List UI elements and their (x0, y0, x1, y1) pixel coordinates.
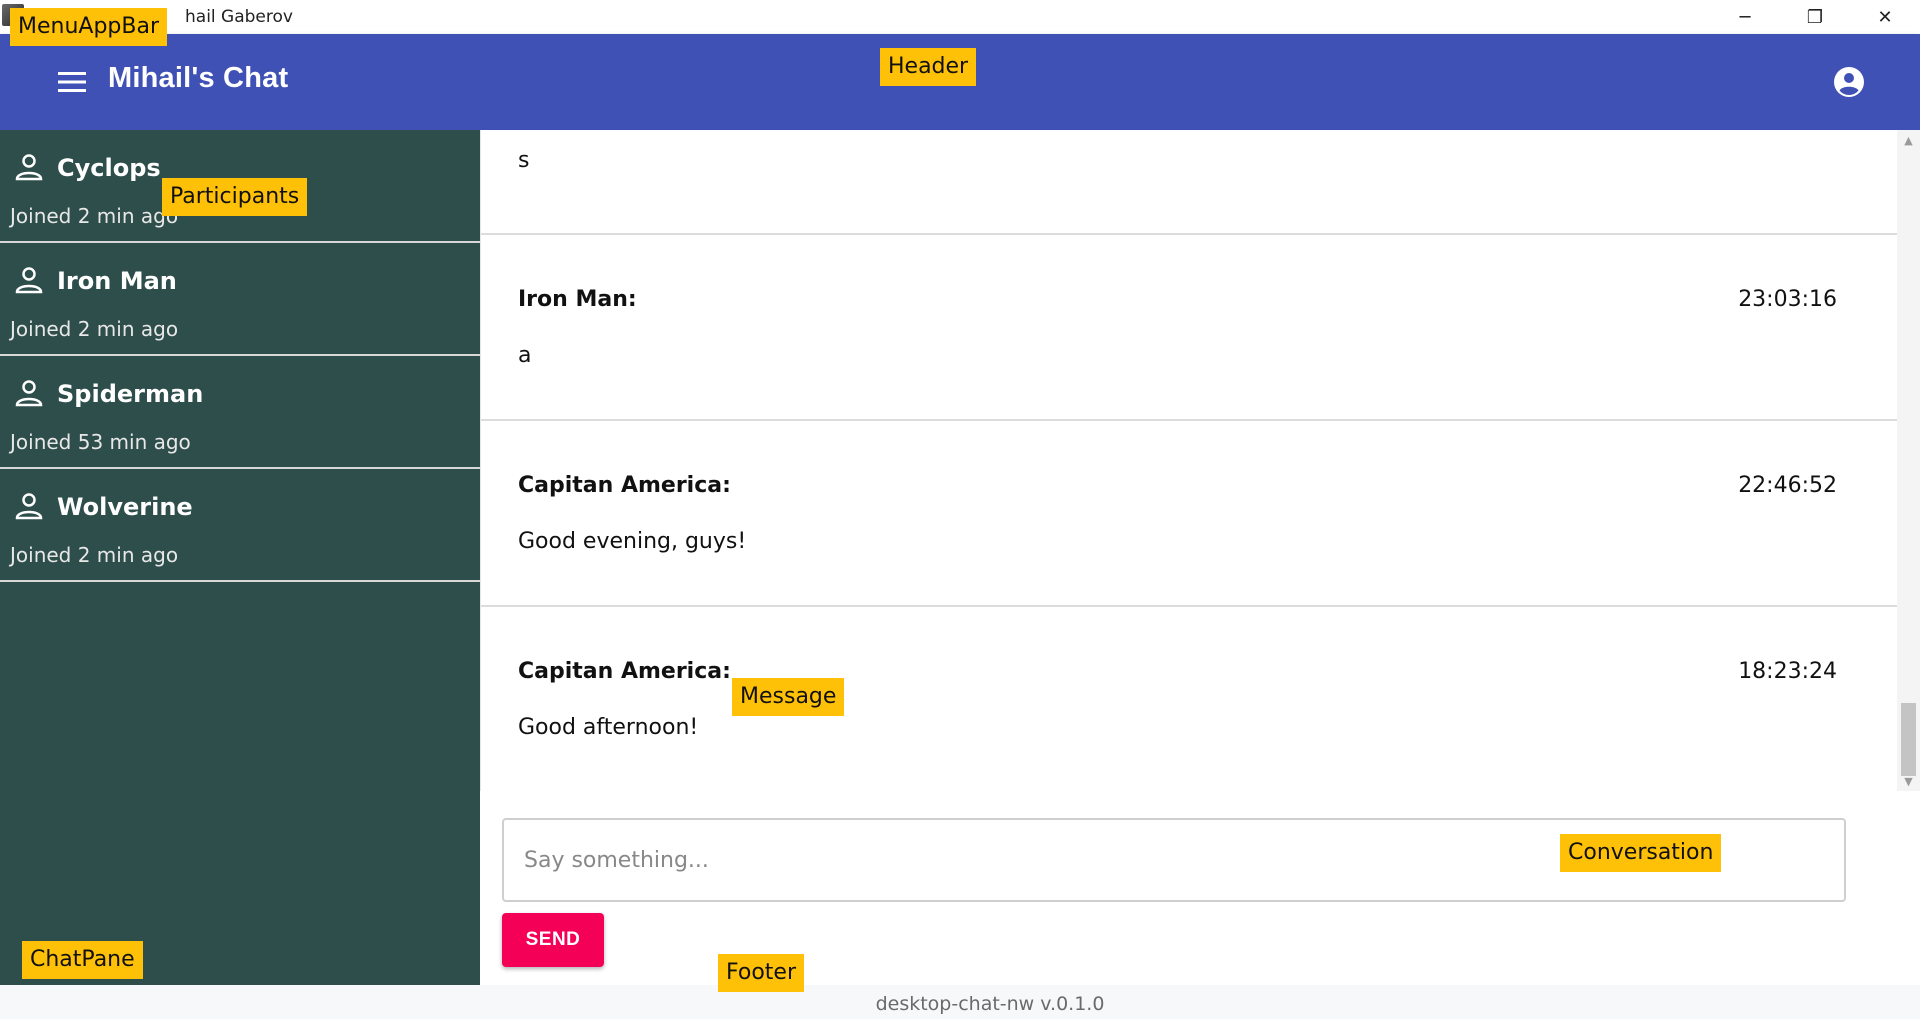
scroll-down-arrow-icon[interactable]: ▼ (1897, 771, 1920, 791)
annotation-menu-app-bar: MenuAppBar (10, 8, 168, 47)
message: Capitan America: 22:46:52 Good evening, … (481, 421, 1897, 607)
restore-icon: ❐ (1806, 6, 1824, 28)
minimize-button[interactable]: ─ (1710, 0, 1780, 34)
message-time: 22:46:52 (1738, 473, 1837, 498)
account-circle-icon (1834, 67, 1864, 97)
participant-name: Iron Man (57, 267, 177, 295)
annotation-message: Message (732, 678, 845, 717)
scroll-up-arrow-icon[interactable]: ▲ (1897, 130, 1920, 150)
app-version: desktop-chat-nw v.0.1.0 (875, 993, 1105, 1015)
annotation-participants: Participants (162, 178, 308, 217)
message-text: Good evening, guys! (518, 529, 747, 554)
participant-joined: Joined 53 min ago (10, 430, 191, 454)
participant-name: Spiderman (57, 380, 204, 408)
message-text: a (518, 343, 532, 368)
participant-item[interactable]: Spiderman Joined 53 min ago (0, 356, 480, 469)
person-icon (15, 154, 43, 181)
person-icon (15, 267, 43, 294)
message-author: Capitan America: (518, 473, 731, 498)
app-title: Mihail's Chat (108, 62, 289, 94)
message-author: Iron Man: (518, 287, 637, 312)
participant-item[interactable]: Wolverine Joined 2 min ago (0, 469, 480, 582)
scrollbar-thumb[interactable] (1901, 703, 1916, 776)
maximize-button[interactable]: ❐ (1780, 0, 1850, 34)
message: s (481, 130, 1897, 235)
participant-joined: Joined 2 min ago (10, 317, 179, 341)
annotation-footer: Footer (718, 954, 804, 993)
participant-joined: Joined 2 min ago (10, 543, 179, 567)
account-button[interactable] (1830, 63, 1868, 101)
message-list[interactable]: s Iron Man: 23:03:16 a Capitan America: … (480, 130, 1897, 791)
message-scrollbar[interactable]: ▲ ▼ (1897, 130, 1920, 791)
person-icon (15, 380, 43, 407)
annotation-chat-pane: ChatPane (22, 941, 143, 980)
hamburger-menu-icon (58, 72, 86, 92)
footer: desktop-chat-nw v.0.1.0 (0, 985, 1920, 1019)
annotation-conversation: Conversation (1560, 834, 1722, 873)
message-text: s (518, 148, 530, 173)
message: Iron Man: 23:03:16 a (481, 235, 1897, 421)
window-title: hail Gaberov (185, 7, 293, 27)
minimize-icon: ─ (1739, 6, 1751, 28)
message-text: Good afternoon! (518, 715, 699, 740)
menu-button[interactable] (52, 64, 92, 100)
participant-name: Wolverine (57, 493, 193, 521)
chat-pane: Cyclops Joined 2 min ago Iron Man Joined… (0, 130, 480, 985)
message: Capitan America: 18:23:24 Good afternoon… (481, 607, 1897, 791)
annotation-header: Header (880, 48, 977, 87)
send-button[interactable]: SEND (502, 913, 604, 967)
person-icon (15, 493, 43, 520)
participant-joined: Joined 2 min ago (10, 204, 179, 228)
message-time: 23:03:16 (1738, 287, 1837, 312)
close-button[interactable]: ✕ (1850, 0, 1920, 34)
participant-name: Cyclops (57, 154, 161, 182)
window-titlebar: hail Gaberov ─ ❐ ✕ (0, 0, 1920, 34)
close-icon: ✕ (1877, 6, 1893, 28)
participant-item[interactable]: Iron Man Joined 2 min ago (0, 243, 480, 356)
message-time: 18:23:24 (1738, 659, 1837, 684)
message-author: Capitan America: (518, 659, 731, 684)
